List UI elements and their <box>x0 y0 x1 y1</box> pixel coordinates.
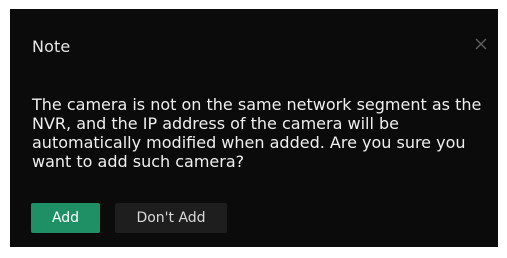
dialog-message: The camera is not on the same network se… <box>32 95 482 171</box>
close-button[interactable] <box>472 35 490 53</box>
note-dialog: Note The camera is not on the same netwo… <box>10 9 498 247</box>
dialog-title: Note <box>32 37 71 56</box>
close-icon <box>475 38 487 50</box>
add-button[interactable]: Add <box>31 203 100 233</box>
dont-add-button[interactable]: Don't Add <box>115 203 227 233</box>
